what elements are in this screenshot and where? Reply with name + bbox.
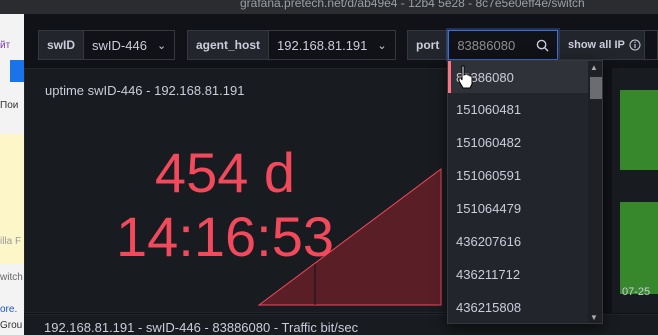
date-tick-label: 07-25 (622, 286, 651, 298)
var-agent-host-label: agent_host (187, 30, 270, 60)
show-all-ip-text: show all IP (568, 39, 625, 51)
var-port: port 83886080 (407, 30, 559, 60)
hand-cursor-icon (458, 65, 473, 89)
chevron-down-icon: ⌄ (377, 39, 387, 52)
right-panel: 07-25 (612, 68, 658, 313)
traffic-panel-title: 192.168.81.191 - swID-446 - 83886080 - T… (44, 320, 359, 335)
url-text: grafana.pretech.net/d/ab49e4 - 12b4 5e28… (240, 0, 585, 10)
uptime-time: 14:16:53 (116, 205, 334, 268)
scrollbar-thumb[interactable] (590, 77, 602, 99)
var-swid-value: swID-446 (92, 37, 147, 53)
dropdown-scrollbar[interactable]: ▲ ▼ (588, 61, 602, 323)
bg-text-3: illa F (0, 236, 22, 247)
var-port-label: port (407, 30, 449, 60)
var-swid-select[interactable]: swID-446 ⌄ (84, 30, 176, 60)
var-agent-host-value: 192.168.81.191 (277, 37, 368, 53)
port-option[interactable]: 151060482 (448, 126, 588, 158)
uptime-days: 454 d (154, 141, 296, 204)
browser-url-bar: grafana.pretech.net/d/ab49e4 - 12b4 5e28… (0, 0, 658, 14)
scroll-down-icon[interactable]: ▼ (590, 313, 598, 322)
grafana-dashboard: swID swID-446 ⌄ agent_host 192.168.81.19… (24, 14, 658, 335)
port-dropdown: 83886080 151060481 151060482 151060591 1… (447, 60, 603, 324)
info-icon (629, 39, 641, 51)
var-show-all-ip-label: show all IP (559, 30, 650, 60)
green-bar (620, 90, 658, 170)
bg-text-1: йт (0, 40, 11, 51)
bg-text-4: ore. (0, 304, 18, 315)
var-agent-host-select[interactable]: 192.168.81.191 ⌄ (269, 30, 396, 60)
port-option[interactable]: 151060481 (448, 93, 588, 125)
var-swid: swID swID-446 ⌄ (38, 30, 176, 60)
port-option[interactable]: 436215808 (448, 291, 588, 323)
port-option[interactable]: 436207616 (448, 225, 588, 257)
download-arrow-icon (10, 60, 24, 82)
green-bar (620, 202, 658, 294)
scroll-up-icon[interactable]: ▲ (590, 63, 598, 72)
uptime-stat-value: 454 d 14:16:53 (25, 141, 425, 269)
chevron-down-icon: ⌄ (156, 39, 167, 52)
search-icon (537, 39, 549, 52)
background-window: йт Пои illa F ore. witch Grou (0, 14, 24, 335)
port-option[interactable]: 436211712 (448, 258, 588, 290)
port-input-value: 83886080 (457, 37, 516, 53)
bg-text-5: witch (0, 272, 23, 283)
bg-text-6: Grou (0, 320, 23, 331)
var-next-box[interactable] (644, 30, 658, 60)
port-option[interactable]: 151064479 (448, 192, 588, 224)
port-search-input[interactable]: 83886080 (448, 30, 559, 60)
screen: { "browser": { "url_fragment": "grafana.… (0, 0, 658, 335)
var-show-all-ip[interactable]: show all IP (559, 30, 650, 60)
var-swid-label: swID (38, 30, 85, 60)
var-agent-host: agent_host 192.168.81.191 ⌄ (187, 30, 396, 60)
port-option[interactable]: 151060591 (448, 159, 588, 191)
bg-text-2: Пои (0, 100, 19, 111)
